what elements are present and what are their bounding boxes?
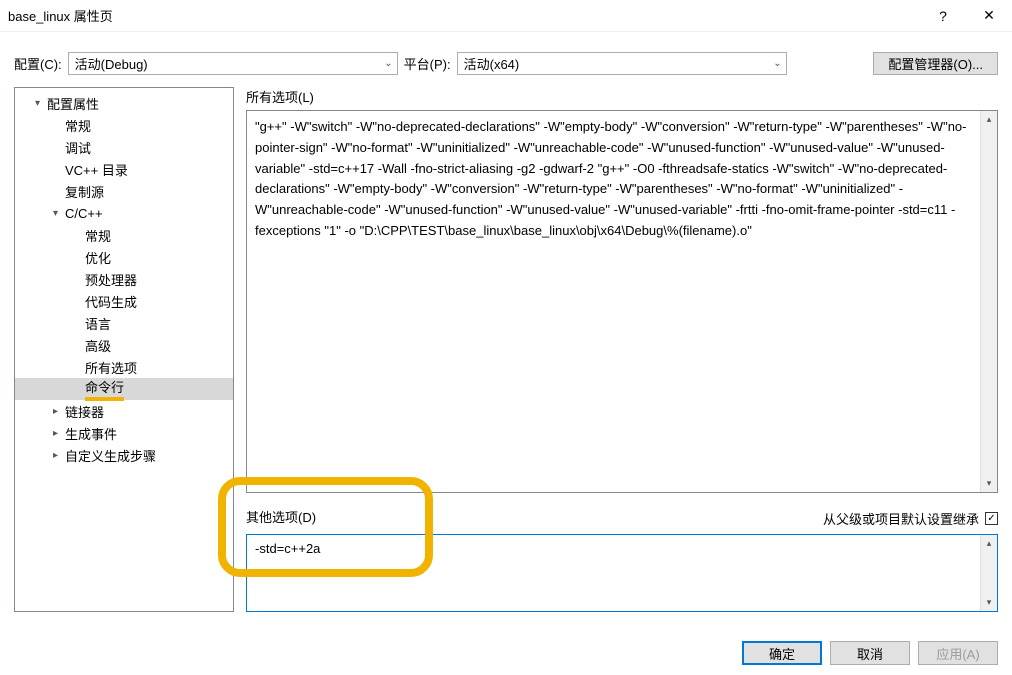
main-area: 配置属性 常规 调试 VC++ 目录 复制源 C/C++ 常规 优化 预处理器 … bbox=[0, 87, 1012, 612]
scroll-down-icon[interactable]: ▾ bbox=[981, 594, 997, 611]
expand-icon bbox=[35, 98, 47, 109]
chevron-down-icon: ⌄ bbox=[773, 58, 781, 69]
platform-label: 平台(P): bbox=[404, 54, 451, 73]
config-value: 活动(Debug) bbox=[75, 54, 148, 73]
all-options-label: 所有选项(L) bbox=[246, 87, 998, 106]
tree-debug[interactable]: 调试 bbox=[15, 136, 233, 158]
ok-button[interactable]: 确定 bbox=[742, 641, 822, 665]
other-options-label: 其他选项(D) bbox=[246, 507, 316, 526]
other-options-box[interactable]: -std=c++2a ▴ ▾ bbox=[246, 534, 998, 612]
scroll-up-icon[interactable]: ▴ bbox=[981, 111, 997, 128]
tree-cpp-preproc[interactable]: 预处理器 bbox=[15, 268, 233, 290]
expand-icon bbox=[53, 406, 65, 417]
other-options-row: 其他选项(D) 从父级或项目默认设置继承 ✓ bbox=[246, 507, 998, 530]
cancel-button[interactable]: 取消 bbox=[830, 641, 910, 665]
other-options-value[interactable]: -std=c++2a bbox=[247, 535, 980, 611]
platform-value: 活动(x64) bbox=[464, 54, 520, 73]
config-dropdown[interactable]: 活动(Debug) ⌄ bbox=[68, 52, 398, 75]
tree-custombuild[interactable]: 自定义生成步骤 bbox=[15, 444, 233, 466]
tree-cpp-general[interactable]: 常规 bbox=[15, 224, 233, 246]
expand-icon bbox=[53, 208, 65, 219]
all-options-box: "g++" -W"switch" -W"no-deprecated-declar… bbox=[246, 110, 998, 493]
tree-vcdir[interactable]: VC++ 目录 bbox=[15, 158, 233, 180]
scroll-up-icon[interactable]: ▴ bbox=[981, 535, 997, 552]
apply-button[interactable]: 应用(A) bbox=[918, 641, 998, 665]
expand-icon bbox=[53, 450, 65, 461]
config-manager-button[interactable]: 配置管理器(O)... bbox=[873, 52, 998, 75]
close-button[interactable]: ✕ bbox=[966, 0, 1012, 32]
tree-buildevents[interactable]: 生成事件 bbox=[15, 422, 233, 444]
right-panel: 所有选项(L) "g++" -W"switch" -W"no-deprecate… bbox=[246, 87, 998, 612]
chevron-down-icon: ⌄ bbox=[384, 58, 392, 69]
help-button[interactable]: ? bbox=[920, 0, 966, 32]
tree-cpp[interactable]: C/C++ bbox=[15, 202, 233, 224]
tree-cpp-allopt[interactable]: 所有选项 bbox=[15, 356, 233, 378]
inherit-label: 从父级或项目默认设置继承 bbox=[823, 509, 979, 528]
expand-icon bbox=[53, 428, 65, 439]
config-row: 配置(C): 活动(Debug) ⌄ 平台(P): 活动(x64) ⌄ 配置管理… bbox=[0, 32, 1012, 87]
tree-root[interactable]: 配置属性 bbox=[15, 92, 233, 114]
window-title: base_linux 属性页 bbox=[8, 6, 920, 25]
tree-cpp-opt[interactable]: 优化 bbox=[15, 246, 233, 268]
scrollbar[interactable]: ▴ ▾ bbox=[980, 111, 997, 492]
tree-cpp-cmdline[interactable]: 命令行 bbox=[15, 378, 233, 400]
tree-panel[interactable]: 配置属性 常规 调试 VC++ 目录 复制源 C/C++ 常规 优化 预处理器 … bbox=[14, 87, 234, 612]
scroll-down-icon[interactable]: ▾ bbox=[981, 475, 997, 492]
all-options-text[interactable]: "g++" -W"switch" -W"no-deprecated-declar… bbox=[247, 111, 980, 492]
tree-cpp-lang[interactable]: 语言 bbox=[15, 312, 233, 334]
tree-cpp-adv[interactable]: 高级 bbox=[15, 334, 233, 356]
tree-cpp-codegen[interactable]: 代码生成 bbox=[15, 290, 233, 312]
tree-copysource[interactable]: 复制源 bbox=[15, 180, 233, 202]
scrollbar[interactable]: ▴ ▾ bbox=[980, 535, 997, 611]
titlebar: base_linux 属性页 ? ✕ bbox=[0, 0, 1012, 32]
platform-dropdown[interactable]: 活动(x64) ⌄ bbox=[457, 52, 787, 75]
tree-linker[interactable]: 链接器 bbox=[15, 400, 233, 422]
tree-general[interactable]: 常规 bbox=[15, 114, 233, 136]
config-label: 配置(C): bbox=[14, 54, 62, 73]
dialog-buttons: 确定 取消 应用(A) bbox=[742, 641, 998, 665]
inherit-checkbox[interactable]: ✓ bbox=[985, 512, 998, 525]
